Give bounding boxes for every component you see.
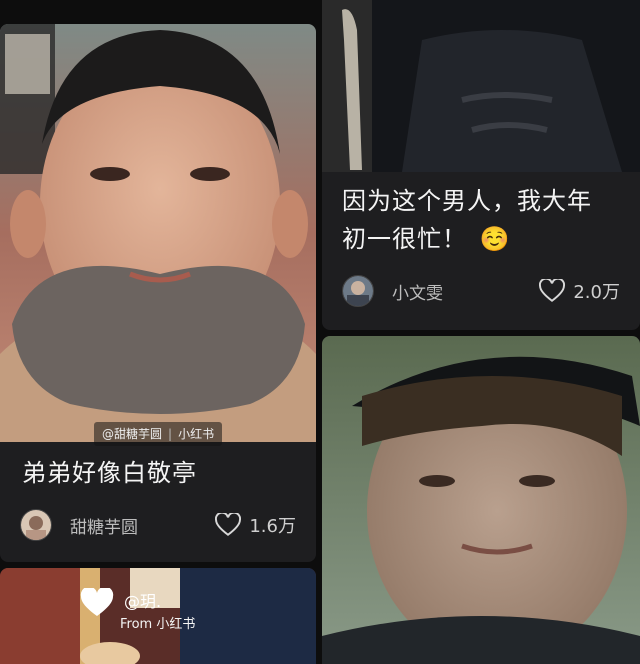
like-count: 1.6万 <box>249 516 296 537</box>
heart-icon <box>539 279 566 302</box>
photo-watermark: @甜糖芋圆 | 小红书 <box>94 422 223 446</box>
watermark-separator: | <box>168 427 173 441</box>
like-count: 2.0万 <box>573 282 620 303</box>
author-avatar[interactable] <box>20 509 52 541</box>
card-3-handle: @玥. <box>124 592 162 611</box>
card-2-title-line1[interactable]: 因为这个男人，我大年 <box>342 182 592 220</box>
heart-icon <box>215 513 242 536</box>
author-name[interactable]: 甜糖芋圆 <box>70 513 138 538</box>
avatar-image <box>343 276 373 306</box>
card-2-meta: 小文雯 2.0万 <box>342 274 640 308</box>
author-name[interactable]: 小文雯 <box>392 279 443 304</box>
feed-card-2[interactable]: 因为这个男人，我大年 初一很忙！ ☺️ 小文雯 2.0万 <box>322 0 640 330</box>
smile-emoji: ☺️ <box>479 225 511 253</box>
feed-card-1[interactable]: @甜糖芋圆 | 小红书 弟弟好像白敬亭 甜糖芋圆 1.6万 <box>0 24 316 562</box>
card-1-title[interactable]: 弟弟好像白敬亭 <box>22 454 197 492</box>
jacket-photo-image <box>322 0 640 172</box>
author-avatar[interactable] <box>342 275 374 307</box>
card-3-from: From 小红书 <box>120 617 196 632</box>
avatar-image <box>21 510 51 540</box>
card-1-photo[interactable] <box>0 24 316 442</box>
card-2-title-line2: 初一很忙！ <box>342 225 467 253</box>
watermark-brand: 小红书 <box>178 427 215 441</box>
young-man-photo-image <box>322 336 640 664</box>
card-1-meta: 甜糖芋圆 1.6万 <box>20 508 316 542</box>
like-button[interactable]: 2.0万 <box>539 278 620 304</box>
like-button[interactable]: 1.6万 <box>215 512 296 538</box>
feed-card-4[interactable] <box>322 336 640 664</box>
watermark-handle: @甜糖芋圆 <box>102 427 163 441</box>
heart-logo-icon <box>80 588 114 616</box>
card-2-photo[interactable] <box>322 0 640 172</box>
card-2-title-line2-wrap[interactable]: 初一很忙！ ☺️ <box>342 220 511 258</box>
boy-portrait-image <box>0 24 316 442</box>
